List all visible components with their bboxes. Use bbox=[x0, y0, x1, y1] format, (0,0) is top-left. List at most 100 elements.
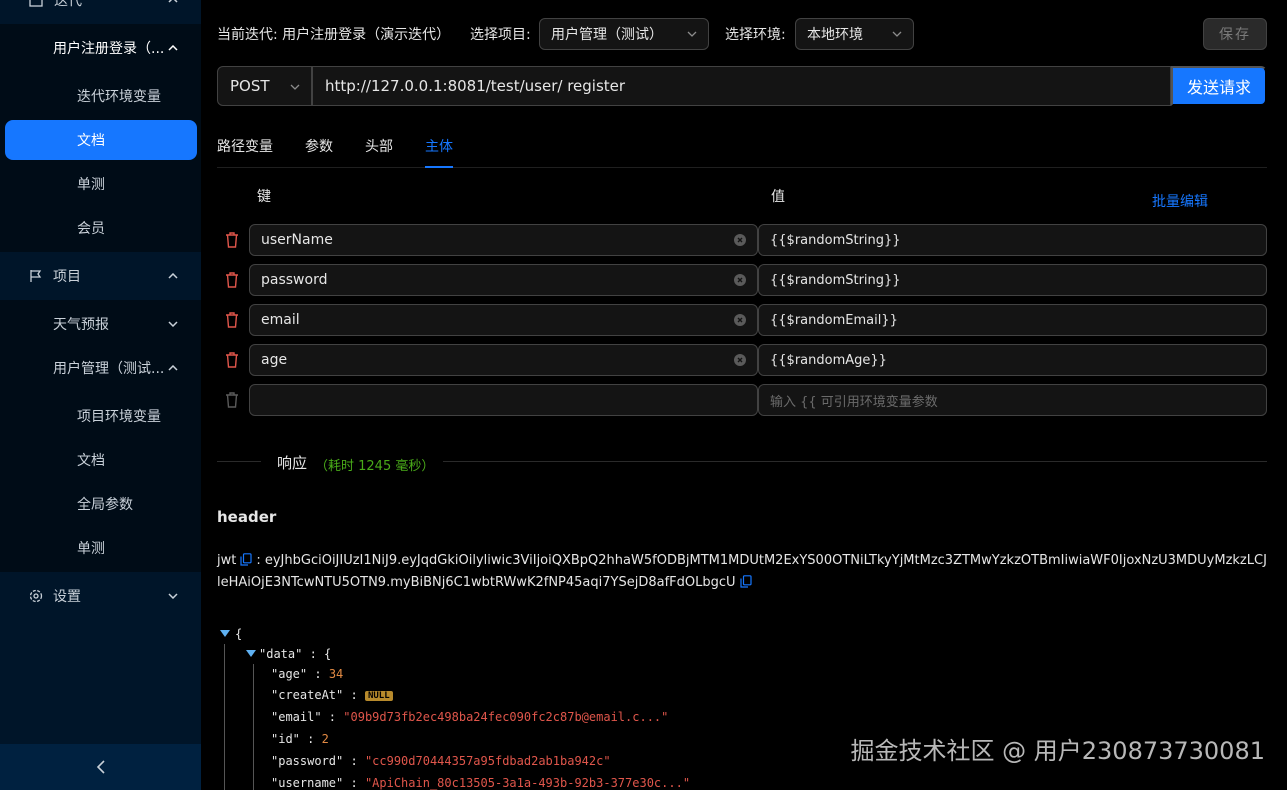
delete-icon[interactable] bbox=[225, 352, 239, 368]
tab-headers[interactable]: 头部 bbox=[365, 136, 393, 156]
delete-icon[interactable] bbox=[225, 312, 239, 328]
sidebar-item-label: 文档 bbox=[77, 133, 105, 149]
current-iteration-label: 当前迭代: 用户注册登录（演示迭代） bbox=[217, 18, 450, 50]
sidebar-item-project-env[interactable]: 项目环境变量 bbox=[0, 396, 201, 436]
chevron-up-icon bbox=[165, 268, 181, 284]
json-field-line: "createAt" : NULL bbox=[271, 685, 393, 705]
expand-toggle-icon[interactable] bbox=[220, 630, 230, 637]
sidebar-item-label: 迭代环境变量 bbox=[77, 89, 161, 105]
delete-icon[interactable] bbox=[225, 272, 239, 288]
copy-icon[interactable] bbox=[240, 553, 252, 566]
tab-body[interactable]: 主体 bbox=[425, 136, 453, 156]
sidebar-item-label: 用户注册登录（... bbox=[53, 41, 165, 57]
sidebar-item-weather[interactable]: 天气预报 bbox=[0, 304, 201, 344]
json-data-line: "data" : { bbox=[259, 647, 332, 661]
current-iteration-text: 当前迭代: 用户注册登录（演示迭代） bbox=[217, 27, 451, 43]
jwt-header-line: jwt: eyJhbGciOiJIUzI1NiJ9.eyJqdGkiOilyli… bbox=[217, 553, 1267, 590]
key-input[interactable]: userName bbox=[249, 224, 758, 256]
json-guide-line bbox=[224, 644, 225, 790]
key-value: password bbox=[261, 272, 328, 288]
json-brace: { bbox=[324, 647, 332, 661]
env-select-value: 本地环境 bbox=[807, 27, 863, 43]
sidebar-item-user-mgmt[interactable]: 用户管理（测试... bbox=[0, 348, 201, 388]
sidebar-item-label: 全局参数 bbox=[77, 497, 133, 513]
project-select-value: 用户管理（测试） bbox=[551, 27, 663, 43]
active-tab-indicator bbox=[425, 166, 453, 168]
sidebar-item-settings[interactable]: 设置 bbox=[0, 576, 201, 616]
body-param-row-empty: 输入 {{ 可引用环境变量参数 bbox=[217, 384, 1267, 416]
tab-path-variables[interactable]: 路径变量 bbox=[217, 136, 273, 156]
json-null-badge: NULL bbox=[364, 691, 393, 701]
json-key: "username" bbox=[271, 776, 344, 790]
chevron-down-icon bbox=[290, 84, 300, 90]
save-button[interactable]: 保存 bbox=[1203, 18, 1267, 50]
sidebar-item-label: 天气预报 bbox=[53, 317, 109, 333]
method-select[interactable]: POST bbox=[217, 66, 312, 106]
key-input[interactable] bbox=[249, 384, 758, 416]
json-guide-line bbox=[253, 664, 254, 790]
clear-icon[interactable] bbox=[734, 314, 746, 326]
divider bbox=[217, 461, 261, 462]
sidebar-item-label: 文档 bbox=[77, 453, 105, 469]
sidebar-item-project[interactable]: 项目 bbox=[0, 256, 201, 296]
project-select-label: 选择项目: bbox=[470, 18, 531, 50]
sidebar-item-label: 用户管理（测试... bbox=[53, 361, 165, 377]
value-input[interactable]: {{$randomString}} bbox=[758, 264, 1267, 296]
sidebar-item-label: 单测 bbox=[77, 177, 105, 193]
tab-params[interactable]: 参数 bbox=[305, 136, 333, 156]
chevron-up-icon bbox=[165, 360, 181, 376]
sidebar-item-project-test[interactable]: 单测 bbox=[0, 528, 201, 568]
value-placeholder: 输入 {{ 可引用环境变量参数 bbox=[770, 394, 938, 410]
clear-icon[interactable] bbox=[734, 274, 746, 286]
json-field-line: "id" : 2 bbox=[271, 732, 329, 746]
response-header-title: header bbox=[217, 508, 277, 526]
value-text: {{$randomString}} bbox=[770, 232, 901, 248]
value-input[interactable]: 输入 {{ 可引用环境变量参数 bbox=[758, 384, 1267, 416]
sidebar-item-test[interactable]: 单测 bbox=[0, 164, 201, 204]
response-title: 响应 bbox=[277, 454, 308, 472]
key-input[interactable]: age bbox=[249, 344, 758, 376]
delete-icon[interactable] bbox=[225, 232, 239, 248]
delete-icon bbox=[226, 392, 238, 408]
method-value: POST bbox=[230, 77, 270, 95]
json-value: "cc990d70444357a95fdbad2ab1ba942c" bbox=[364, 754, 611, 768]
project-select[interactable]: 用户管理（测试） bbox=[539, 18, 709, 50]
sidebar-collapse-button[interactable] bbox=[0, 744, 201, 790]
chevron-down-icon bbox=[892, 31, 902, 37]
json-value: "ApiChain_80c13505-3a1a-493b-92b3-377e30… bbox=[364, 776, 691, 790]
key-value: email bbox=[261, 312, 300, 328]
env-select-label: 选择环境: bbox=[725, 18, 786, 50]
json-field-line: "age" : 34 bbox=[271, 667, 344, 681]
sidebar-item-iteration[interactable]: 迭代 bbox=[0, 0, 201, 20]
url-input[interactable]: http://127.0.0.1:8081/test/user/ registe… bbox=[312, 66, 1171, 106]
main-panel: 当前迭代: 用户注册登录（演示迭代） 选择项目: 用户管理（测试） 选择环境: … bbox=[201, 0, 1287, 790]
expand-toggle-icon[interactable] bbox=[246, 650, 256, 657]
response-time: （耗时 1245 毫秒） bbox=[315, 459, 435, 474]
sidebar-item-iteration-env[interactable]: 迭代环境变量 bbox=[0, 76, 201, 116]
key-column-header: 键 bbox=[257, 189, 271, 205]
sidebar-item-member[interactable]: 会员 bbox=[0, 208, 201, 248]
bulk-edit-link[interactable]: 批量编辑 bbox=[1152, 191, 1208, 211]
sidebar-item-project-docs[interactable]: 文档 bbox=[0, 440, 201, 480]
value-text: {{$randomAge}} bbox=[770, 352, 887, 368]
sidebar-item-global-params[interactable]: 全局参数 bbox=[0, 484, 201, 524]
copy-icon[interactable] bbox=[739, 575, 752, 588]
clear-icon[interactable] bbox=[734, 354, 746, 366]
key-input[interactable]: email bbox=[249, 304, 758, 336]
sidebar-item-docs-active[interactable]: 文档 bbox=[5, 120, 197, 160]
value-input[interactable]: {{$randomAge}} bbox=[758, 344, 1267, 376]
value-text: {{$randomString}} bbox=[770, 272, 901, 288]
sidebar-item-user-register[interactable]: 用户注册登录（... bbox=[0, 28, 201, 68]
url-value: http://127.0.0.1:8081/test/user/ registe… bbox=[325, 77, 626, 95]
value-input[interactable]: {{$randomEmail}} bbox=[758, 304, 1267, 336]
value-input[interactable]: {{$randomString}} bbox=[758, 224, 1267, 256]
json-field-line: "username" : "ApiChain_80c13505-3a1a-493… bbox=[271, 776, 691, 790]
json-key: "id" bbox=[271, 732, 300, 746]
json-key: "age" bbox=[271, 667, 308, 681]
send-request-button[interactable]: 发送请求 bbox=[1171, 66, 1267, 106]
body-param-row: password {{$randomString}} bbox=[217, 264, 1267, 296]
key-input[interactable]: password bbox=[249, 264, 758, 296]
env-select[interactable]: 本地环境 bbox=[795, 18, 914, 50]
clear-icon[interactable] bbox=[734, 234, 746, 246]
chevron-up-icon bbox=[165, 0, 181, 8]
